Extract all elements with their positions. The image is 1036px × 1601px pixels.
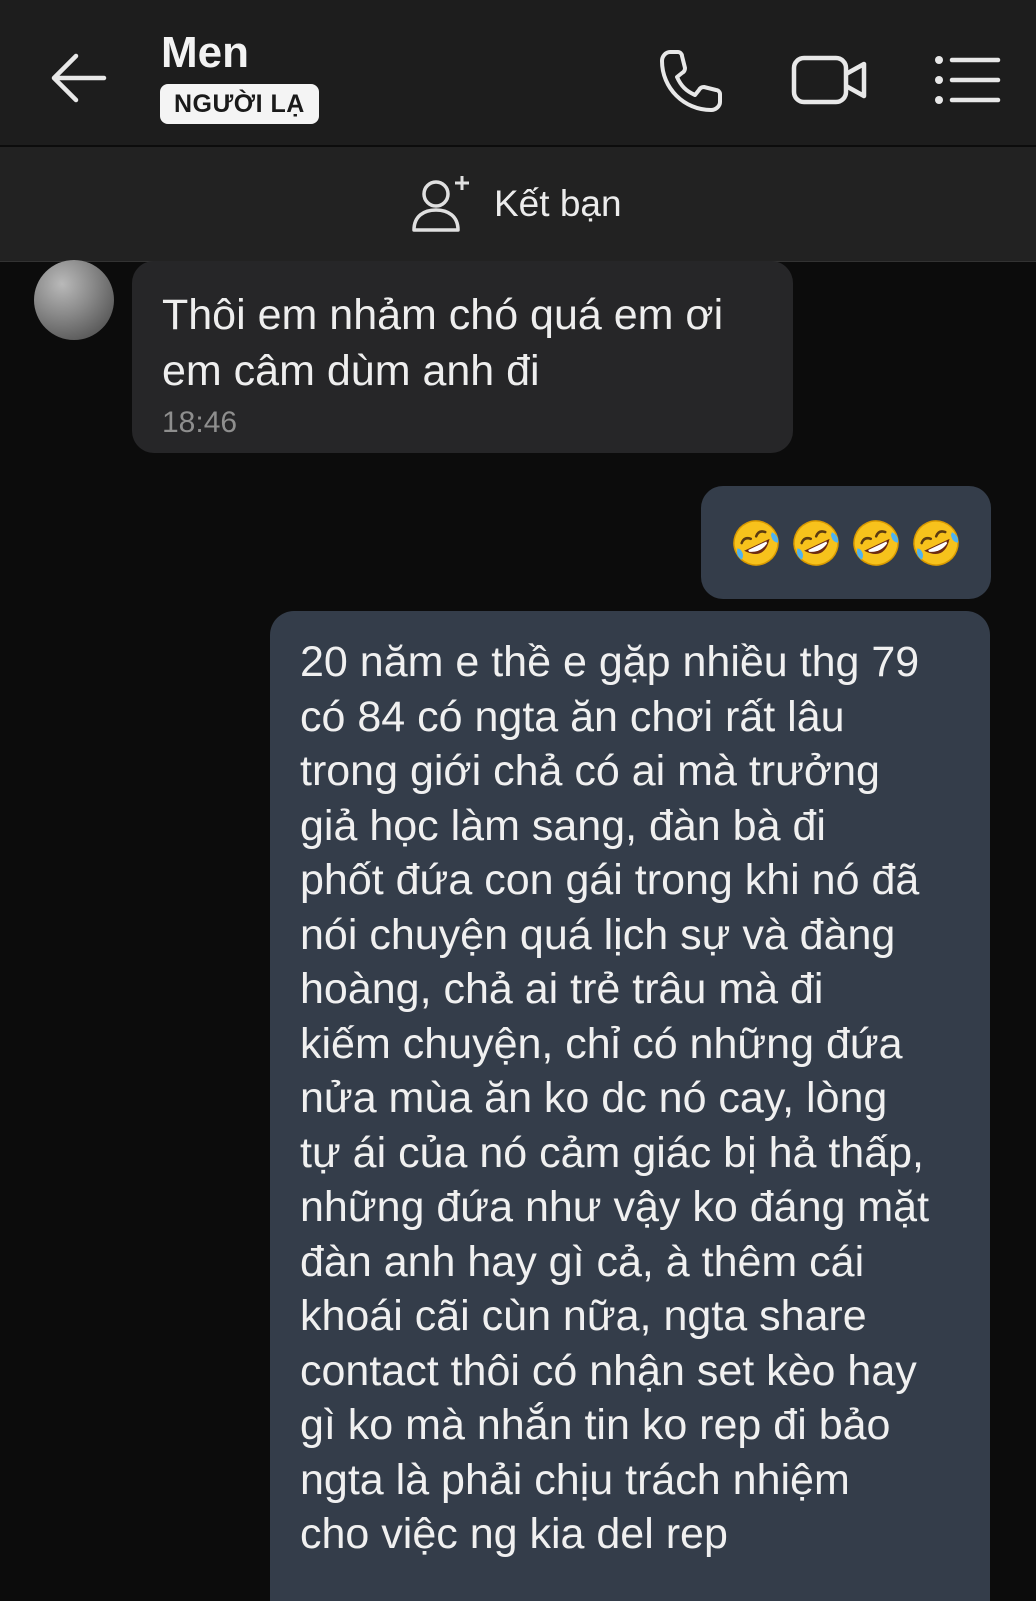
message-line: kiếm chuyện, chỉ có những đứa [300, 1019, 903, 1068]
message-line: Thôi em nhảm chó quá em ơi [162, 291, 724, 339]
message-line: contact thôi có nhận set kèo hay [300, 1346, 917, 1395]
message-line: em câm dùm anh đi [162, 347, 540, 395]
stranger-badge: NGƯỜI LẠ [160, 84, 319, 124]
add-person-icon [412, 176, 469, 232]
chat-header: Men NGƯỜI LẠ [0, 0, 1036, 145]
message-line: nói chuyện quá lịch sự và đàng [300, 910, 896, 959]
message-line: gì ko mà nhắn tin ko rep đi bảo [300, 1401, 891, 1449]
message-line: hoàng, chả ai trẻ trâu mà đi [300, 965, 824, 1013]
message-line: nửa mùa ăn ko dc nó cay, lòng [300, 1074, 888, 1122]
message-line: khoái cãi cùn nữa, ngta share [300, 1292, 867, 1340]
video-camera-icon [791, 55, 867, 105]
message-line: có 84 có ngta ăn chơi rất lâu [300, 692, 845, 741]
message-text: Thôi em nhảm chó quá em ơi em câm dùm an… [162, 287, 782, 399]
rolling-on-floor-laughing-icon [913, 519, 959, 566]
rolling-on-floor-laughing-icon [793, 519, 839, 566]
video-call-button[interactable] [790, 44, 870, 116]
message-line: ngta là phải chịu trách nhiệm [300, 1455, 850, 1504]
outgoing-message-bubble[interactable]: 20 năm e thề e gặp nhiều thg 79 có 84 có… [270, 611, 990, 1601]
arrow-left-icon [51, 53, 107, 103]
add-friend-button[interactable]: Kết bạn [410, 169, 622, 239]
message-timestamp: 18:46 [162, 406, 238, 439]
message-line: trong giới chả có ai mà trưởng [300, 747, 880, 795]
add-friend-bar: Kết bạn [0, 147, 1036, 262]
avatar[interactable] [34, 260, 114, 340]
message-line: phốt đứa con gái trong khi nó đã [300, 856, 920, 904]
menu-button[interactable] [932, 44, 1004, 116]
outgoing-emoji-bubble[interactable] [701, 486, 991, 599]
back-button[interactable] [48, 48, 110, 108]
voice-call-button[interactable] [656, 44, 728, 116]
message-line: giả học làm sang, đàn bà đi [300, 801, 826, 850]
list-menu-icon [935, 56, 1001, 104]
message-line: cho việc ng kia del rep [300, 1510, 728, 1558]
rolling-on-floor-laughing-icon [853, 519, 899, 566]
add-friend-label: Kết bạn [494, 183, 622, 224]
message-line: 20 năm e thề e gặp nhiều thg 79 [300, 638, 920, 686]
message-line: những đứa như vậy ko đáng mặt [300, 1183, 930, 1231]
incoming-message-bubble[interactable]: Thôi em nhảm chó quá em ơi em câm dùm an… [132, 261, 793, 453]
phone-icon [660, 50, 722, 112]
message-line: đàn anh hay gì cả, à thêm cái [300, 1237, 865, 1286]
message-text: 20 năm e thề e gặp nhiều thg 79 có 84 có… [300, 635, 970, 1562]
message-line: tự ái của nó cảm giác bị hả thấp, [300, 1128, 924, 1177]
contact-name[interactable]: Men [161, 28, 249, 78]
rolling-on-floor-laughing-icon [733, 519, 779, 566]
